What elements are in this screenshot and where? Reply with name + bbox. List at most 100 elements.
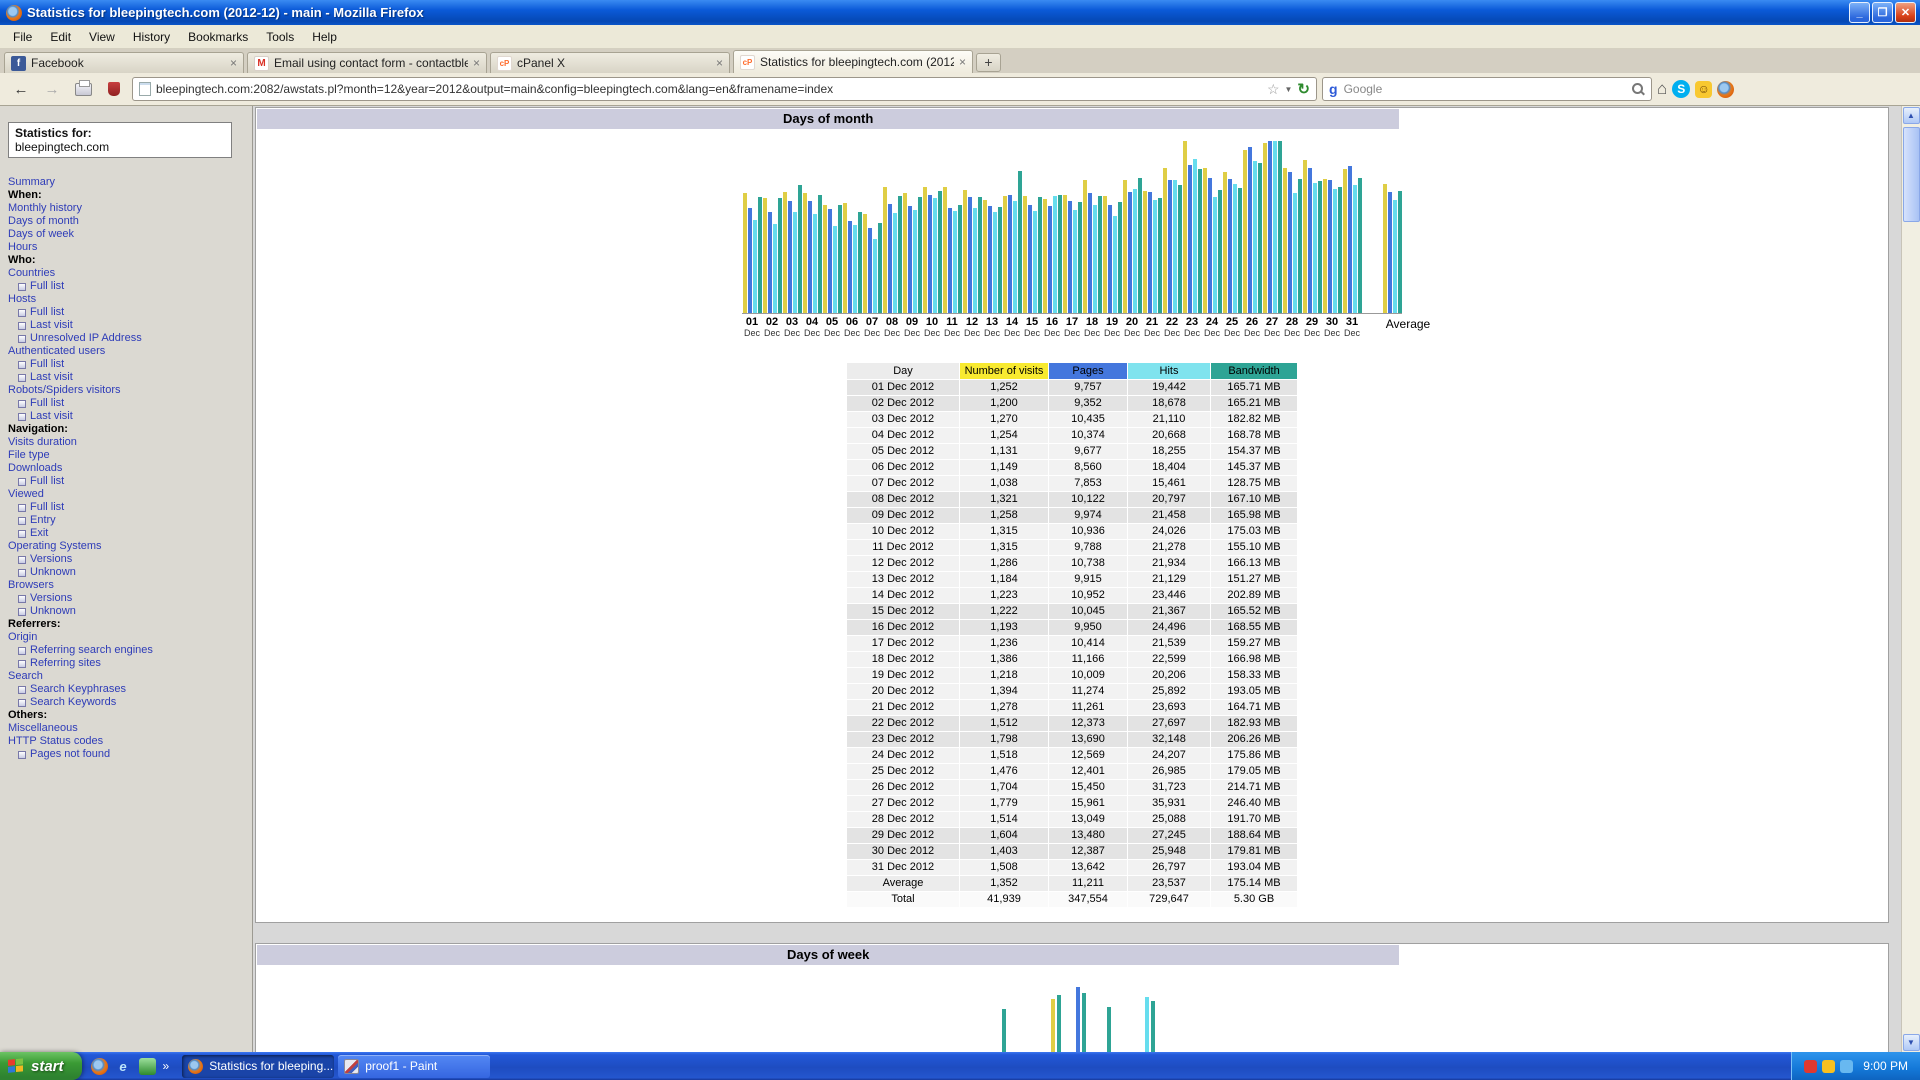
table-cell: 15,461	[1128, 476, 1210, 491]
sidebar-link[interactable]: Downloads	[8, 462, 246, 475]
sidebar-link[interactable]: Full list	[8, 280, 246, 293]
sidebar-link[interactable]: Hosts	[8, 293, 246, 306]
window-titlebar[interactable]: Statistics for bleepingtech.com (2012-12…	[0, 0, 1920, 25]
menu-file[interactable]: File	[4, 27, 41, 47]
minimize-button[interactable]: _	[1849, 2, 1870, 23]
tab-close-icon[interactable]: ×	[959, 55, 966, 69]
menu-tools[interactable]: Tools	[257, 27, 303, 47]
search-input[interactable]: Google	[1344, 82, 1626, 96]
sidebar-link[interactable]: Hours	[8, 241, 246, 254]
table-cell: 9,950	[1049, 620, 1127, 635]
taskbar-button[interactable]: Statistics for bleeping...	[182, 1055, 334, 1078]
messenger-quicklaunch-icon[interactable]	[139, 1058, 156, 1075]
scroll-down-icon[interactable]: ▼	[1903, 1034, 1920, 1051]
url-text[interactable]: bleepingtech.com:2082/awstats.pl?month=1…	[156, 82, 1262, 96]
close-button[interactable]: ✕	[1895, 2, 1916, 23]
sidebar-link[interactable]: Entry	[8, 514, 246, 527]
sidebar-link[interactable]: Search Keywords	[8, 696, 246, 709]
print-button[interactable]	[70, 77, 96, 101]
chart-bar	[783, 192, 787, 313]
sidebar-link[interactable]: File type	[8, 449, 246, 462]
browser-tab[interactable]: MEmail using contact form - contactbleep…	[247, 52, 487, 73]
sidebar-link[interactable]: Miscellaneous	[8, 722, 246, 735]
sidebar-link[interactable]: Last visit	[8, 319, 246, 332]
browser-tab[interactable]: cPcPanel X×	[490, 52, 730, 73]
forward-button[interactable]: →	[39, 77, 65, 101]
sidebar-link[interactable]: Full list	[8, 306, 246, 319]
sidebar-link[interactable]: HTTP Status codes	[8, 735, 246, 748]
start-button[interactable]: start	[0, 1052, 82, 1080]
bookmark-star-icon[interactable]: ☆	[1267, 81, 1280, 98]
sidebar-link[interactable]: Countries	[8, 267, 246, 280]
table-cell: 10,045	[1049, 604, 1127, 619]
menu-help[interactable]: Help	[303, 27, 346, 47]
tab-close-icon[interactable]: ×	[230, 56, 237, 70]
sidebar-link[interactable]: Unknown	[8, 566, 246, 579]
sidebar-link[interactable]: Referring search engines	[8, 644, 246, 657]
maximize-button[interactable]: ❐	[1872, 2, 1893, 23]
menu-bookmarks[interactable]: Bookmarks	[179, 27, 257, 47]
reload-icon[interactable]: ↻	[1297, 80, 1310, 98]
chart-bar-group	[982, 200, 1002, 313]
tab-close-icon[interactable]: ×	[716, 56, 723, 70]
browser-tab[interactable]: cPStatistics for bleepingtech.com (2012-…	[733, 50, 973, 73]
sidebar-link[interactable]: Robots/Spiders visitors	[8, 384, 246, 397]
search-magnifier-icon[interactable]	[1632, 83, 1645, 96]
sidebar-link[interactable]: Pages not found	[8, 748, 246, 761]
sidebar-link[interactable]: Monthly history	[8, 202, 246, 215]
tab-close-icon[interactable]: ×	[473, 56, 480, 70]
skype-icon[interactable]: S	[1672, 80, 1690, 98]
scroll-up-icon[interactable]: ▲	[1903, 107, 1920, 124]
sidebar-link[interactable]: Versions	[8, 553, 246, 566]
sidebar-link[interactable]: Last visit	[8, 371, 246, 384]
sidebar-link[interactable]: Visits duration	[8, 436, 246, 449]
sidebar-link[interactable]: Last visit	[8, 410, 246, 423]
quicklaunch-overflow-icon[interactable]: »	[163, 1059, 170, 1073]
new-tab-button[interactable]: +	[976, 53, 1001, 72]
sidebar-link[interactable]: Search Keyphrases	[8, 683, 246, 696]
sidebar-link[interactable]: Full list	[8, 501, 246, 514]
sidebar-link[interactable]: Operating Systems	[8, 540, 246, 553]
sidebar-link[interactable]: Summary	[8, 176, 246, 189]
smiley-icon[interactable]: ☺	[1695, 81, 1712, 98]
firefox-quicklaunch-icon[interactable]	[91, 1058, 108, 1075]
sidebar-link[interactable]: Viewed	[8, 488, 246, 501]
menu-view[interactable]: View	[80, 27, 124, 47]
addon-button[interactable]	[101, 77, 127, 101]
scrollbar-thumb[interactable]	[1903, 127, 1920, 222]
sidebar-link[interactable]: Origin	[8, 631, 246, 644]
sidebar-link[interactable]: Unknown	[8, 605, 246, 618]
sidebar-link[interactable]: Full list	[8, 397, 246, 410]
chart-bar	[843, 203, 847, 313]
sidebar-link[interactable]: Authenticated users	[8, 345, 246, 358]
taskbar-button[interactable]: proof1 - Paint	[338, 1055, 490, 1078]
table-cell: 11,166	[1049, 652, 1127, 667]
sidebar-link[interactable]: Full list	[8, 475, 246, 488]
scrollbar-track[interactable]	[1903, 124, 1920, 1034]
sidebar-link[interactable]: Unresolved IP Address	[8, 332, 246, 345]
search-box[interactable]: g Google	[1322, 77, 1652, 101]
sidebar-link[interactable]: Full list	[8, 358, 246, 371]
url-bar[interactable]: bleepingtech.com:2082/awstats.pl?month=1…	[132, 77, 1317, 101]
home-button[interactable]: ⌂	[1657, 79, 1667, 99]
sidebar-link[interactable]: Search	[8, 670, 246, 683]
sidebar-link[interactable]: Versions	[8, 592, 246, 605]
vertical-scrollbar[interactable]: ▲ ▼	[1901, 106, 1920, 1052]
ie-quicklaunch-icon[interactable]: e	[115, 1058, 132, 1075]
table-cell: 21,458	[1128, 508, 1210, 523]
back-button[interactable]: ←	[8, 77, 34, 101]
tray-network-icon[interactable]	[1840, 1060, 1853, 1073]
menu-history[interactable]: History	[124, 27, 179, 47]
browser-tab[interactable]: fFacebook×	[4, 52, 244, 73]
tray-security-icon[interactable]	[1804, 1060, 1817, 1073]
sidebar-link[interactable]: Browsers	[8, 579, 246, 592]
sidebar-link[interactable]: Exit	[8, 527, 246, 540]
url-dropdown-icon[interactable]: ▼	[1285, 85, 1293, 94]
menu-edit[interactable]: Edit	[41, 27, 80, 47]
sidebar-link[interactable]: Days of month	[8, 215, 246, 228]
chart-bars	[742, 141, 1402, 314]
firefox-app-icon[interactable]	[1717, 81, 1734, 98]
sidebar-link[interactable]: Referring sites	[8, 657, 246, 670]
sidebar-link[interactable]: Days of week	[8, 228, 246, 241]
tray-update-icon[interactable]	[1822, 1060, 1835, 1073]
